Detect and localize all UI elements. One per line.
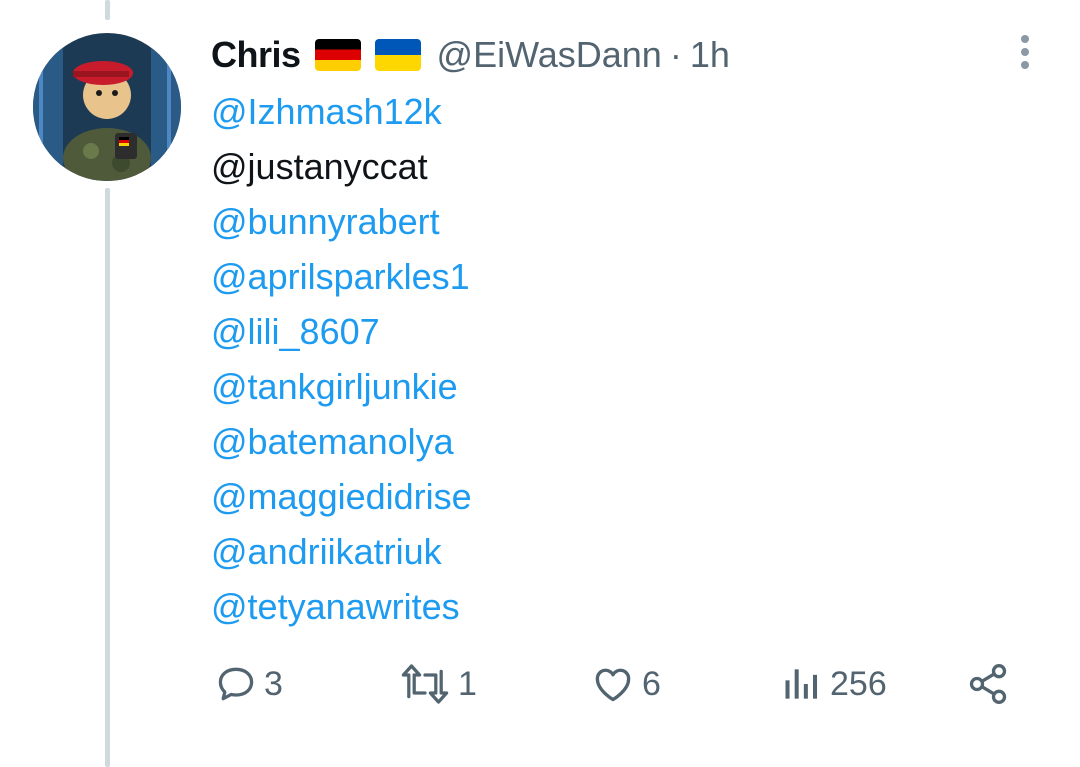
more-options-button[interactable] (1012, 32, 1038, 72)
mention-link[interactable]: @Izhmash12k (211, 84, 472, 139)
ukraine-flag-icon (374, 39, 421, 71)
tweet-header: Chris @EiWasDann · 1h (211, 30, 730, 80)
tweet-text: @Izhmash12k @justanyccat @bunnyrabert @a… (211, 84, 472, 634)
header-separator: · (669, 34, 682, 75)
mention-link[interactable]: @tetyanawrites (211, 579, 472, 634)
mention-link[interactable]: @aprilsparkles1 (211, 249, 472, 304)
display-name[interactable]: Chris (211, 34, 301, 76)
like-count: 6 (642, 664, 661, 703)
share-icon (969, 664, 1007, 704)
more-vertical-icon (1021, 35, 1029, 69)
reply-count: 3 (264, 664, 283, 703)
mention-link[interactable]: @tankgirljunkie (211, 359, 472, 414)
share-button[interactable] (966, 662, 1010, 706)
mention-link[interactable]: @batemanolya (211, 414, 472, 469)
user-handle[interactable]: @EiWasDann (437, 34, 662, 76)
avatar[interactable] (33, 33, 181, 181)
views-button[interactable]: 256 (780, 662, 887, 706)
retweet-icon (401, 664, 449, 704)
germany-flag-icon (314, 39, 361, 71)
analytics-icon (785, 669, 818, 699)
avatar-image (33, 33, 181, 181)
mention-link[interactable]: @maggiedidrise (211, 469, 472, 524)
timestamp[interactable]: 1h (690, 34, 730, 76)
heart-icon (595, 668, 631, 702)
like-button[interactable]: 6 (590, 662, 661, 706)
reply-button[interactable]: 3 (214, 662, 283, 706)
reply-icon (218, 667, 254, 701)
mention-link[interactable]: @bunnyrabert (211, 194, 472, 249)
thread-line-top (105, 0, 110, 20)
mention-link[interactable]: @andriikatriuk (211, 524, 472, 579)
mention-link[interactable]: @lili_8607 (211, 304, 472, 359)
retweet-button[interactable]: 1 (398, 662, 477, 706)
tweet-actions: 3 1 6 256 (0, 662, 1080, 710)
retweet-count: 1 (458, 664, 477, 703)
views-count: 256 (830, 664, 887, 703)
mention-text: @justanyccat (211, 146, 428, 187)
